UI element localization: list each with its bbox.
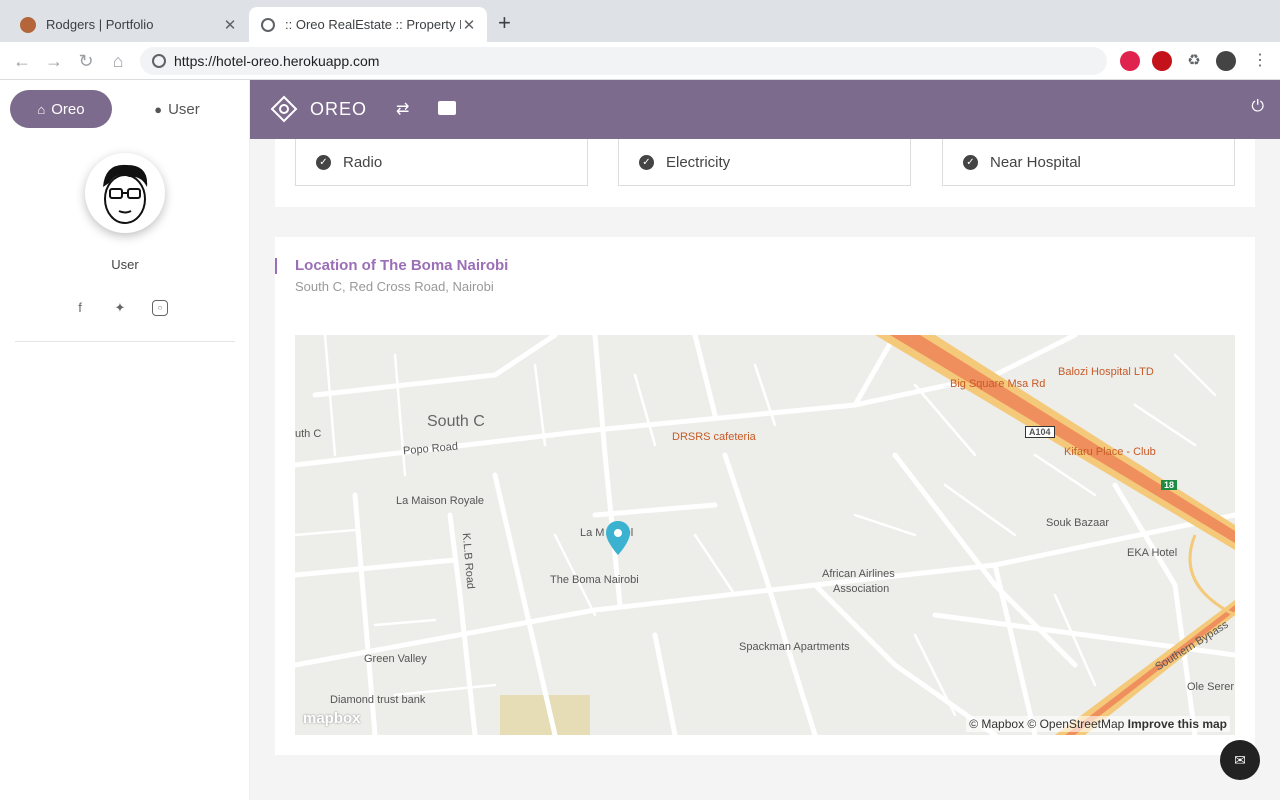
location-map[interactable]: South C uth C Popo Road K.L.B Road DRSRS…: [295, 335, 1235, 735]
tab-user[interactable]: ● User: [126, 90, 228, 128]
home-icon: ⌂: [37, 101, 46, 117]
instagram-icon[interactable]: ○: [152, 300, 168, 316]
user-icon: ●: [154, 101, 163, 117]
map-shield-a104: A104: [1025, 426, 1055, 438]
location-title: Location of The Boma Nairobi: [295, 257, 509, 274]
check-circle-icon: ✓: [316, 154, 331, 170]
map-label-ole-serer: Ole Serer: [1187, 681, 1235, 693]
map-shield-18: 18: [1161, 480, 1178, 490]
map-label-association: Association: [833, 583, 890, 595]
brand-logo[interactable]: OREO: [270, 95, 367, 123]
map-roads: [295, 335, 1235, 735]
portfolio-favicon-icon: [20, 16, 36, 33]
avatar[interactable]: [85, 153, 165, 233]
amenity-radio: ✓ Radio: [295, 139, 588, 186]
profile-avatar[interactable]: [1216, 51, 1236, 71]
map-label-big-square: Big Square Msa Rd: [950, 378, 1046, 390]
map-label-kifaru: Kifaru Place - Club: [1064, 446, 1156, 458]
sidebar-tabs: ⌂ Oreo ● User: [10, 90, 228, 128]
sidebar: ⌂ Oreo ● User User f ✦ ○: [0, 80, 250, 800]
swap-icon[interactable]: ⇄: [396, 99, 409, 119]
map-label-spackman: Spackman Apartments: [739, 641, 850, 653]
amenity-near-hospital: ✓ Near Hospital: [942, 139, 1235, 186]
globe-icon: [261, 17, 275, 32]
ublock-icon[interactable]: [1152, 51, 1172, 71]
mapbox-logo[interactable]: mapbox: [303, 710, 361, 727]
tab-title: Rodgers | Portfolio: [46, 17, 154, 32]
oreo-logo-icon: [270, 95, 298, 123]
map-label-boma: The Boma Nairobi: [550, 574, 639, 586]
puzzle-icon[interactable]: ♻: [1184, 51, 1204, 71]
location-card: Location of The Boma Nairobi South C, Re…: [275, 237, 1255, 755]
adblock-icon[interactable]: [1120, 51, 1140, 71]
tab-oreo[interactable]: ⌂ Oreo: [10, 90, 112, 128]
map-attribution: © Mapbox © OpenStreetMap Improve this ma…: [966, 716, 1230, 732]
browser-tab-oreo[interactable]: :: Oreo RealEstate :: Property D ✕: [249, 7, 487, 42]
close-tab-icon[interactable]: ✕: [222, 16, 238, 34]
location-address: South C, Red Cross Road, Nairobi: [295, 279, 494, 294]
cartoon-face-icon: [103, 164, 148, 224]
menu-dots-icon[interactable]: ⋮: [1250, 51, 1270, 71]
title-accent-bar: [275, 258, 277, 274]
amenity-label: Electricity: [666, 153, 731, 171]
twitter-icon[interactable]: ✦: [112, 300, 128, 316]
browser-tab-portfolio[interactable]: Rodgers | Portfolio ✕: [8, 7, 248, 42]
top-navbar: OREO ⇄ ⏻: [250, 80, 1280, 139]
map-label-souk: Souk Bazaar: [1046, 517, 1109, 529]
url-text: https://hotel-oreo.herokuapp.com: [174, 53, 380, 69]
address-bar[interactable]: https://hotel-oreo.herokuapp.com: [140, 47, 1107, 75]
tab-user-label: User: [168, 100, 200, 118]
reload-icon[interactable]: ↻: [75, 50, 97, 72]
map-label-green-valley: Green Valley: [364, 653, 427, 665]
site-info-icon[interactable]: [152, 54, 166, 68]
new-tab-button[interactable]: +: [498, 12, 511, 34]
tab-oreo-label: Oreo: [51, 100, 85, 118]
check-circle-icon: ✓: [639, 154, 654, 170]
map-label-drsrs: DRSRS cafeteria: [672, 431, 756, 443]
map-label-eka: EKA Hotel: [1127, 547, 1178, 559]
amenity-electricity: ✓ Electricity: [618, 139, 911, 186]
back-arrow-icon[interactable]: ←: [11, 50, 33, 72]
sidebar-divider: [15, 341, 235, 342]
contact-card-icon[interactable]: [438, 101, 456, 115]
main-content: ✓ Radio ✓ Electricity ✓ Near Hospital Lo…: [250, 139, 1280, 800]
amenity-label: Near Hospital: [990, 153, 1081, 171]
map-label-african-airlines: African Airlines: [822, 568, 895, 580]
map-label-diamond-trust: Diamond trust bank: [330, 694, 426, 706]
check-circle-icon: ✓: [963, 154, 978, 170]
power-icon[interactable]: ⏻: [1251, 98, 1264, 116]
home-icon[interactable]: ⌂: [107, 50, 129, 72]
facebook-icon[interactable]: f: [72, 300, 88, 316]
chat-icon[interactable]: ✉: [1220, 740, 1260, 780]
tab-title: :: Oreo RealEstate :: Property D: [285, 17, 461, 32]
map-label-south-c: South C: [427, 413, 485, 430]
improve-map-link[interactable]: Improve this map: [1128, 717, 1227, 731]
map-label-balozi: Balozi Hospital LTD: [1058, 366, 1154, 378]
sidebar-username: User: [111, 257, 139, 272]
attribution-text[interactable]: © Mapbox © OpenStreetMap: [969, 717, 1124, 731]
browser-toolbar: ← → ↻ ⌂ https://hotel-oreo.herokuapp.com…: [0, 42, 1280, 80]
amenities-card: ✓ Radio ✓ Electricity ✓ Near Hospital: [275, 139, 1255, 207]
social-links: f ✦ ○: [72, 300, 168, 316]
close-tab-icon[interactable]: ✕: [461, 16, 477, 34]
forward-arrow-icon[interactable]: →: [43, 50, 65, 72]
map-label-la-maison: La Maison Royale: [396, 495, 485, 507]
amenity-label: Radio: [343, 153, 383, 171]
map-label-south-c-cut: uth C: [295, 428, 322, 440]
brand-name: OREO: [310, 98, 368, 119]
browser-tab-strip: Rodgers | Portfolio ✕ :: Oreo RealEstate…: [0, 0, 1280, 42]
map-marker-icon[interactable]: [605, 520, 631, 556]
